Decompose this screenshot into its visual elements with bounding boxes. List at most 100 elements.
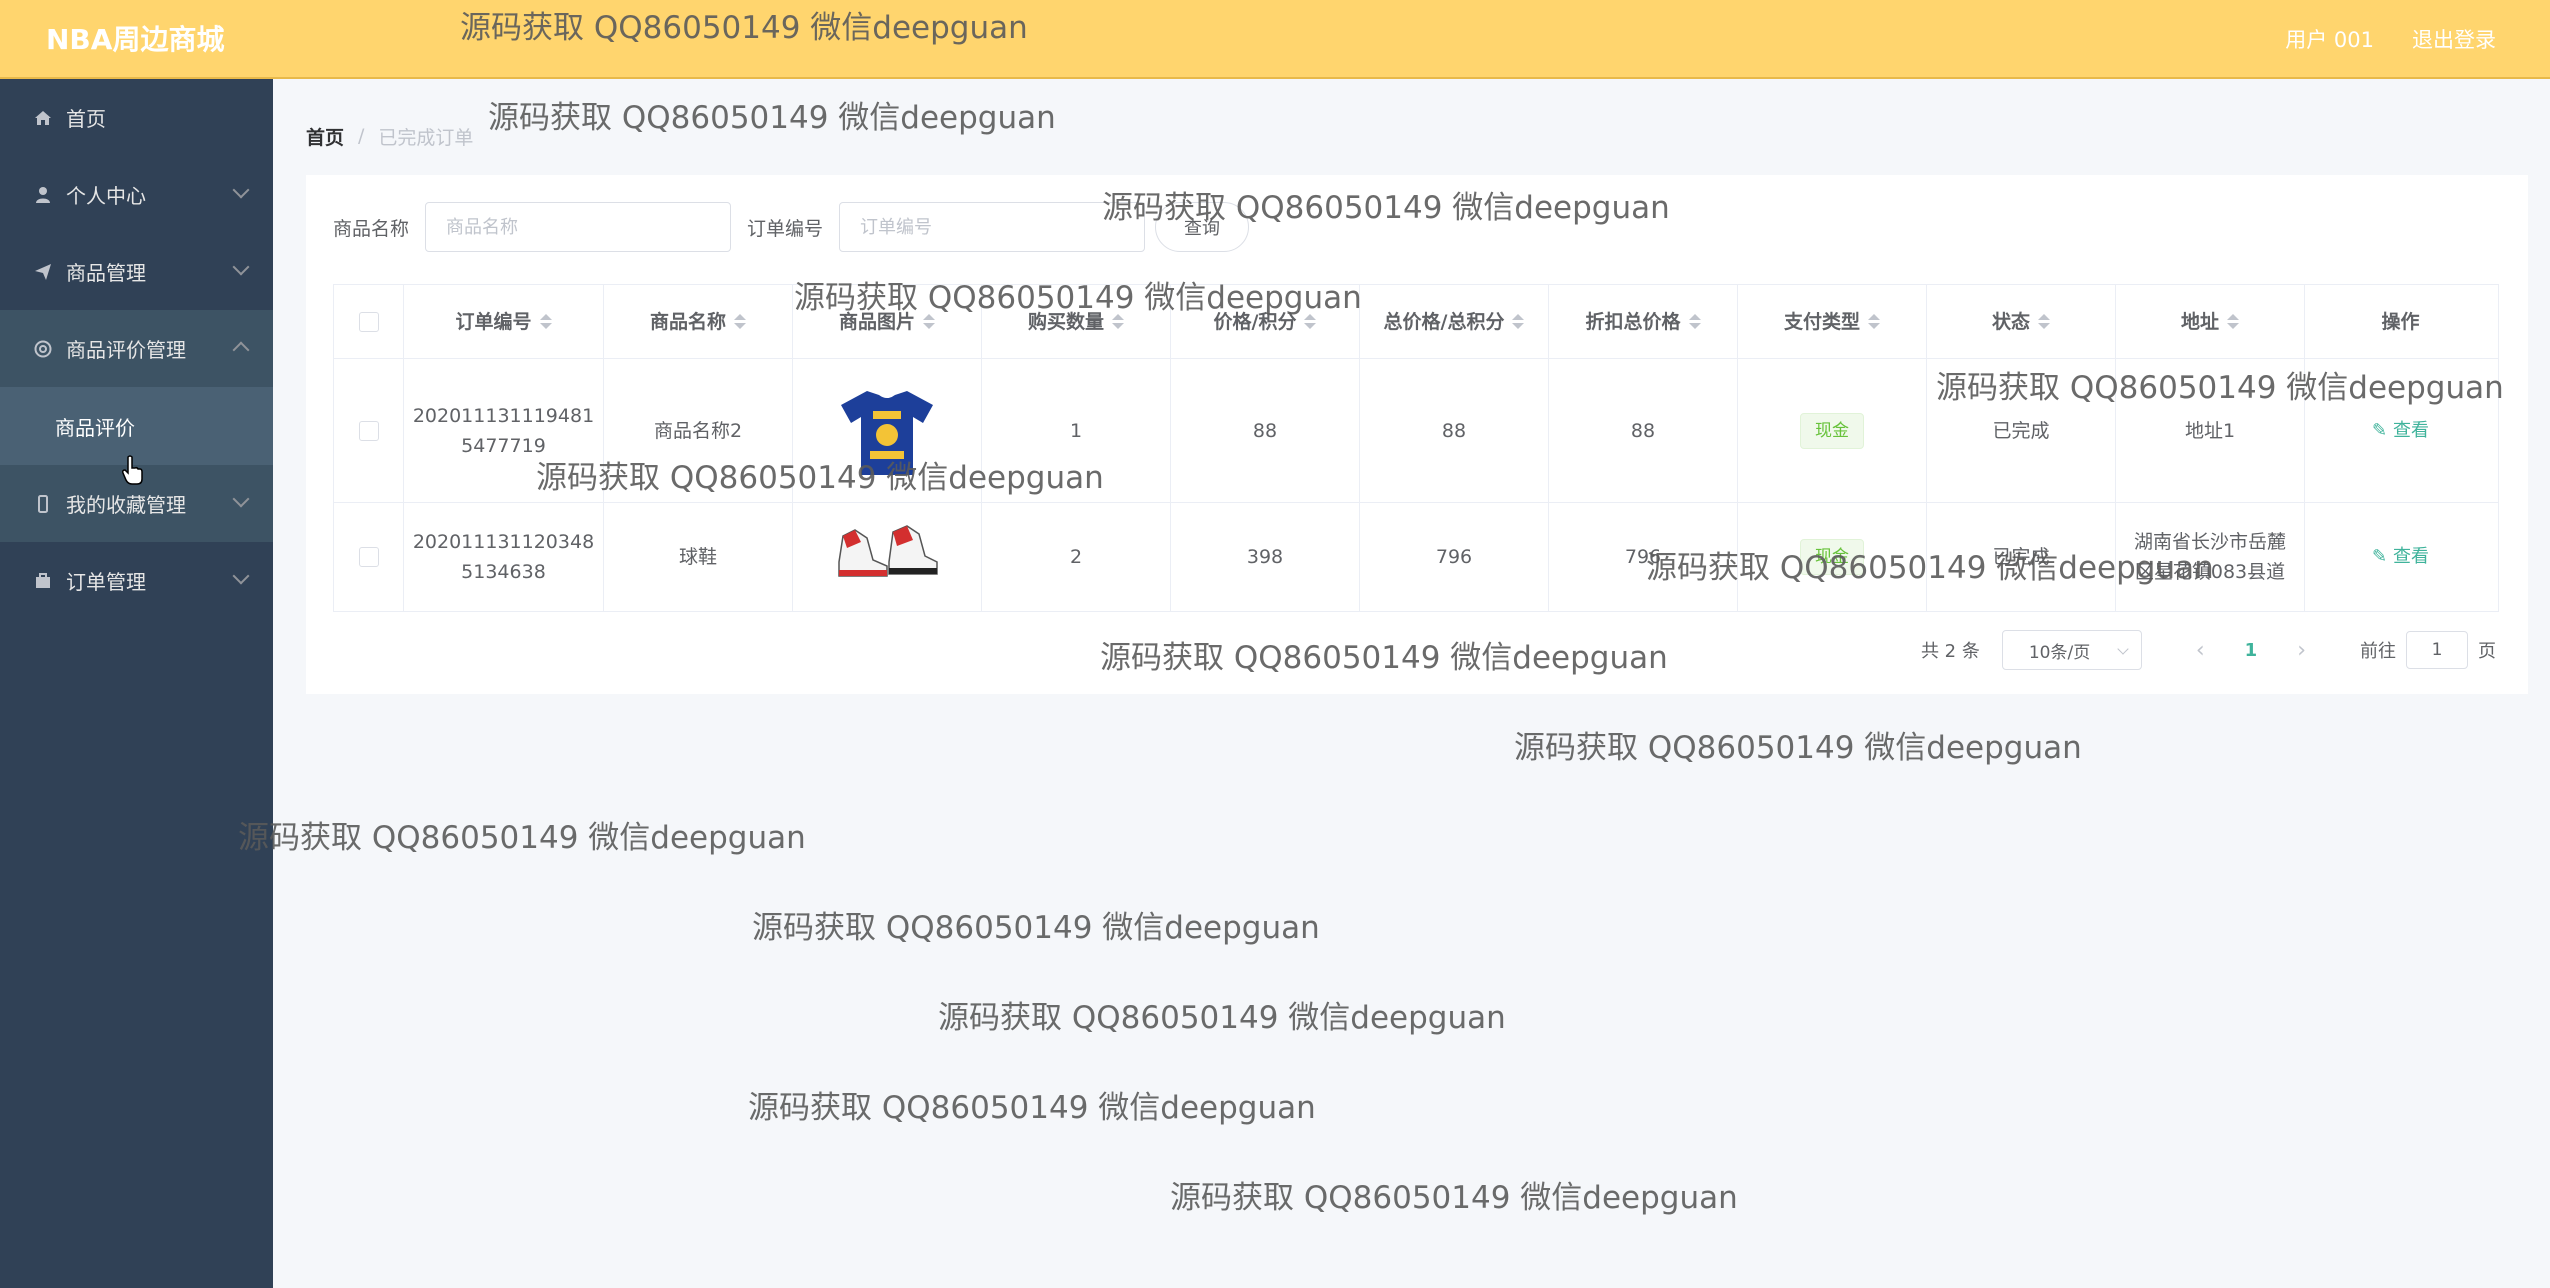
- current-user[interactable]: 用户 001: [2285, 24, 2374, 54]
- total-price-cell: 88: [1360, 359, 1549, 502]
- sidebar-item-personal-center[interactable]: 个人中心: [0, 156, 273, 233]
- header-price[interactable]: 价格/积分: [1171, 285, 1360, 358]
- chevron-down-icon: [232, 181, 250, 199]
- header-product-name[interactable]: 商品名称: [604, 285, 793, 358]
- sort-icon[interactable]: [1304, 314, 1317, 329]
- sidebar-item-product-management[interactable]: 商品管理: [0, 233, 273, 310]
- search-form: 商品名称 订单编号 查询: [333, 202, 1250, 252]
- row-checkbox[interactable]: [358, 547, 379, 567]
- quantity-cell: 2: [982, 503, 1171, 611]
- prev-page-button[interactable]: ‹: [2196, 638, 2205, 663]
- breadcrumb-current: 已完成订单: [378, 126, 474, 149]
- order-number-input[interactable]: [839, 202, 1146, 252]
- sidebar-subitem-product-review[interactable]: 商品评价: [0, 387, 273, 465]
- product-name-label: 商品名称: [333, 217, 410, 240]
- home-icon: [32, 107, 54, 129]
- chevron-down-icon: [232, 490, 250, 508]
- select-all-checkbox[interactable]: [358, 311, 379, 332]
- search-button[interactable]: 查询: [1155, 202, 1250, 252]
- pagination-total: 共 2 条: [1920, 641, 1980, 662]
- shopping-bag-icon: [32, 570, 54, 592]
- header-quantity[interactable]: 购买数量: [982, 285, 1171, 358]
- logout-button[interactable]: 退出登录: [2412, 24, 2496, 54]
- chevron-down-icon: [232, 567, 250, 585]
- sort-icon[interactable]: [1868, 314, 1880, 329]
- sidebar-item-label: 我的收藏管理: [66, 493, 186, 517]
- order-number-cell: 202011131119481 5477719: [404, 359, 604, 502]
- header-order-number[interactable]: 订单编号: [404, 285, 604, 358]
- user-icon: [32, 184, 54, 206]
- header-checkbox-cell: [334, 285, 404, 358]
- page-size-select[interactable]: 10条/页: [2001, 630, 2142, 670]
- chevron-down-icon: [2117, 643, 2129, 655]
- goto-suffix: 页: [2478, 641, 2496, 662]
- sort-icon[interactable]: [923, 314, 935, 329]
- header-product-image[interactable]: 商品图片: [793, 285, 982, 358]
- sort-icon[interactable]: [1112, 314, 1124, 329]
- sidebar-item-label: 商品管理: [66, 261, 146, 285]
- table-header-row: 订单编号 商品名称 商品图片 购买数量 价格/积分 总价格/总积分 折扣总价格 …: [334, 285, 2498, 359]
- breadcrumb-home[interactable]: 首页: [306, 123, 344, 150]
- address-cell: 地址1: [2116, 359, 2305, 502]
- sort-icon[interactable]: [539, 314, 552, 329]
- orders-card: 商品名称 订单编号 查询 订单编号 商品名称 商品图片 购买数量 价格/积分 总…: [306, 175, 2528, 694]
- breadcrumb-separator: /: [358, 125, 365, 147]
- top-header: NBA周边商城 用户 001 退出登录: [0, 0, 2550, 79]
- sort-icon[interactable]: [1688, 314, 1701, 329]
- chevron-down-icon: [232, 258, 250, 276]
- actions-cell: ✎ 查看: [2305, 359, 2496, 502]
- payment-type-cell: 现金: [1738, 359, 1927, 502]
- order-number-cell: 202011131120348 5134638: [404, 503, 604, 611]
- status-cell: 已完成: [1927, 359, 2116, 502]
- order-number-label: 订单编号: [747, 217, 824, 240]
- product-name-input[interactable]: [425, 202, 732, 252]
- orders-table: 订单编号 商品名称 商品图片 购买数量 价格/积分 总价格/总积分 折扣总价格 …: [333, 284, 2499, 612]
- edit-icon: ✎: [2371, 546, 2388, 567]
- price-cell: 398: [1171, 503, 1360, 611]
- sidebar-item-order-management[interactable]: 订单管理: [0, 542, 273, 619]
- sort-icon[interactable]: [2227, 314, 2239, 329]
- product-name-cell: 球鞋: [604, 503, 793, 611]
- sneaker-image[interactable]: [833, 522, 941, 593]
- page-number-current[interactable]: 1: [2245, 640, 2258, 661]
- status-cell: 已完成: [1927, 503, 2116, 611]
- row-checkbox[interactable]: [358, 420, 379, 441]
- tshirt-image[interactable]: [831, 383, 943, 479]
- view-button[interactable]: ✎ 查看: [2372, 416, 2429, 446]
- product-image-cell: [793, 359, 982, 502]
- discount-total-cell: 88: [1549, 359, 1738, 502]
- address-cell: 湖南省长沙市岳麓 区星花镇083县道: [2116, 503, 2305, 611]
- header-discount-total[interactable]: 折扣总价格: [1549, 285, 1738, 358]
- sidebar: 首页 个人中心 商品管理 商品评价管理 商品评价 我的收藏管理 订单管理: [0, 79, 273, 1288]
- row-checkbox-cell: [334, 503, 404, 611]
- sidebar-item-review-management[interactable]: 商品评价管理: [0, 310, 273, 387]
- hand-cursor-icon: [122, 455, 143, 485]
- sidebar-item-home[interactable]: 首页: [0, 79, 273, 156]
- actions-cell: ✎ 查看: [2305, 503, 2496, 611]
- main-content: 首页 / 已完成订单 商品名称 订单编号 查询 订单编号 商品名称 商品图片 购…: [273, 79, 2550, 1288]
- payment-type-tag: 现金: [1800, 539, 1864, 575]
- sidebar-item-label: 个人中心: [66, 184, 146, 208]
- total-price-cell: 796: [1360, 503, 1549, 611]
- phone-icon: [32, 493, 54, 515]
- sort-icon[interactable]: [734, 314, 746, 329]
- goto-page-input[interactable]: [2406, 631, 2468, 669]
- edit-icon: ✎: [2371, 419, 2388, 441]
- payment-type-tag: 现金: [1800, 412, 1864, 449]
- header-address[interactable]: 地址: [2116, 285, 2305, 358]
- header-actions: 操作: [2381, 310, 2420, 333]
- send-icon: [32, 261, 54, 283]
- sort-icon[interactable]: [1512, 314, 1525, 329]
- header-payment-type[interactable]: 支付类型: [1738, 285, 1927, 358]
- help-icon: [32, 338, 54, 360]
- discount-total-cell: 796: [1549, 503, 1738, 611]
- payment-type-cell: 现金: [1738, 503, 1927, 611]
- sort-icon[interactable]: [2038, 314, 2050, 329]
- brand-title: NBA周边商城: [46, 23, 225, 56]
- header-status[interactable]: 状态: [1927, 285, 2116, 358]
- header-total-price[interactable]: 总价格/总积分: [1360, 285, 1549, 358]
- quantity-cell: 1: [982, 359, 1171, 502]
- view-button[interactable]: ✎ 查看: [2372, 542, 2429, 572]
- product-image-cell: [793, 503, 982, 611]
- next-page-button[interactable]: ›: [2297, 638, 2306, 663]
